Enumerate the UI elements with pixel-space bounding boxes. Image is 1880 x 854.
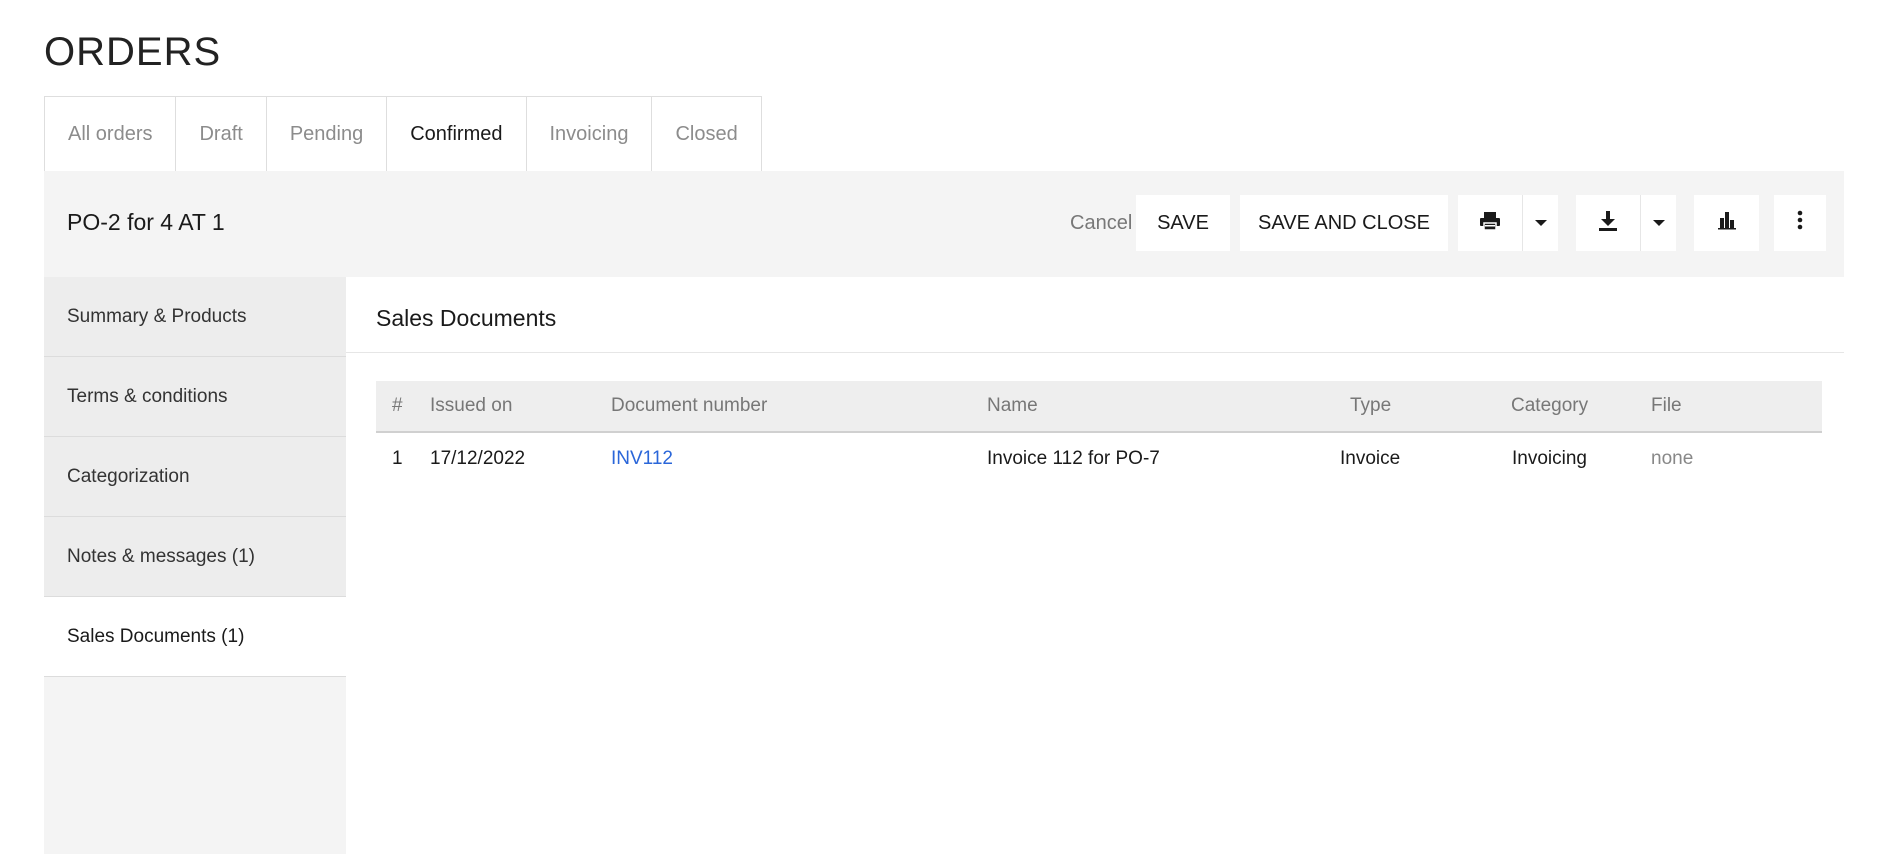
download-button[interactable] bbox=[1576, 195, 1641, 251]
cell-category: Invoicing bbox=[1512, 448, 1587, 469]
sales-documents-table: # Issued on Document number Name Type Ca… bbox=[376, 381, 1822, 485]
tab-invoicing[interactable]: Invoicing bbox=[526, 97, 653, 172]
section-title: Sales Documents bbox=[376, 305, 557, 331]
download-icon bbox=[1597, 210, 1619, 237]
order-status-tabs: All orders Draft Pending Confirmed Invoi… bbox=[44, 96, 762, 172]
column-header-document-number[interactable]: Document number bbox=[611, 381, 767, 431]
tab-pending[interactable]: Pending bbox=[266, 97, 388, 172]
column-header-file[interactable]: File bbox=[1651, 381, 1682, 431]
download-split-button bbox=[1576, 195, 1676, 251]
record-toolbar: PO-2 for 4 AT 1 Cancel SAVE SAVE AND CLO… bbox=[44, 171, 1844, 277]
download-options-dropdown[interactable] bbox=[1641, 195, 1676, 251]
document-number-link[interactable]: INV112 bbox=[611, 433, 673, 485]
cell-issued-on: 17/12/2022 bbox=[430, 448, 526, 469]
tab-closed[interactable]: Closed bbox=[652, 97, 762, 172]
print-options-dropdown[interactable] bbox=[1523, 195, 1558, 251]
tab-draft[interactable]: Draft bbox=[176, 97, 267, 172]
print-button[interactable] bbox=[1458, 195, 1523, 251]
statistics-button[interactable] bbox=[1694, 195, 1759, 251]
cell-number: 1 bbox=[392, 448, 403, 469]
record-title: PO-2 for 4 AT 1 bbox=[67, 209, 225, 235]
page-title: ORDERS bbox=[44, 30, 222, 74]
cell-type: Invoice bbox=[1340, 448, 1401, 469]
table-row[interactable]: 1 17/12/2022 INV112 Invoice 112 for PO-7… bbox=[376, 433, 1822, 485]
column-header-name[interactable]: Name bbox=[987, 381, 1038, 431]
section-divider bbox=[346, 352, 1844, 353]
printer-icon bbox=[1479, 211, 1501, 236]
sidebar-item-terms-conditions[interactable]: Terms & conditions bbox=[44, 357, 346, 437]
cell-file: none bbox=[1651, 448, 1694, 469]
save-button[interactable]: SAVE bbox=[1136, 195, 1230, 251]
sidebar-item-sales-documents[interactable]: Sales Documents (1) bbox=[44, 597, 346, 677]
column-header-type[interactable]: Type bbox=[1350, 381, 1391, 431]
table-header: # Issued on Document number Name Type Ca… bbox=[376, 381, 1822, 433]
caret-down-icon bbox=[1652, 220, 1665, 226]
tab-all-orders[interactable]: All orders bbox=[45, 97, 177, 172]
cell-name: Invoice 112 for PO-7 bbox=[987, 448, 1160, 469]
sidebar-item-notes-messages[interactable]: Notes & messages (1) bbox=[44, 517, 346, 597]
record-sidebar: Summary & Products Terms & conditions Ca… bbox=[44, 277, 346, 854]
tab-confirmed[interactable]: Confirmed bbox=[387, 97, 527, 172]
cancel-button[interactable]: Cancel bbox=[1058, 195, 1144, 251]
sidebar-item-summary-products[interactable]: Summary & Products bbox=[44, 277, 346, 357]
column-header-number[interactable]: # bbox=[392, 381, 403, 431]
sidebar-item-categorization[interactable]: Categorization bbox=[44, 437, 346, 517]
column-header-issued-on[interactable]: Issued on bbox=[430, 381, 512, 431]
save-and-close-button[interactable]: SAVE AND CLOSE bbox=[1240, 195, 1448, 251]
kebab-menu-icon bbox=[1797, 210, 1803, 236]
print-split-button bbox=[1458, 195, 1558, 251]
column-header-category[interactable]: Category bbox=[1511, 381, 1588, 431]
sales-documents-panel: Sales Documents # Issued on Document num… bbox=[346, 277, 1844, 854]
more-actions-button[interactable] bbox=[1774, 195, 1826, 251]
caret-down-icon bbox=[1534, 220, 1547, 226]
bar-chart-icon bbox=[1717, 210, 1737, 236]
